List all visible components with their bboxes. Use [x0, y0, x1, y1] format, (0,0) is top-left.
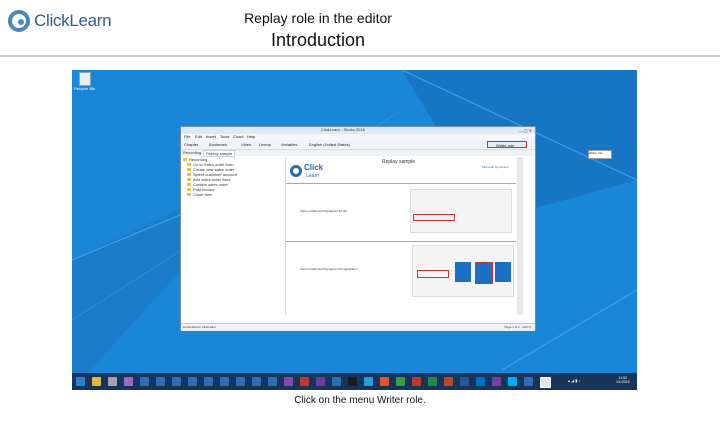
powerpoint-icon[interactable]: [444, 377, 453, 386]
writer-role-button[interactable]: Writer role: [487, 141, 527, 148]
window-controls[interactable]: — ▢ ✕: [519, 128, 532, 133]
writer-role-tooltip: Writer role: [588, 150, 612, 159]
app-icon[interactable]: [236, 377, 245, 386]
menu-edit[interactable]: Edit: [195, 134, 202, 139]
menu-file[interactable]: File: [184, 134, 190, 139]
taskbar-clock[interactable]: 11:52 1/1/2016: [616, 376, 630, 384]
tree-item[interactable]: Close form: [187, 192, 212, 197]
content-logo-sub: Learn: [306, 173, 319, 179]
window-title: ClickLearn - Studio 2016: [321, 127, 365, 132]
app-icon[interactable]: [124, 377, 133, 386]
recording-label: Recording: [183, 150, 202, 155]
browser-icon[interactable]: [380, 377, 389, 386]
app-icon[interactable]: [300, 377, 309, 386]
status-left: Connected to ClickLearn: [183, 325, 216, 329]
content-page-title: Replay sample: [382, 159, 416, 165]
toolbar-bookmark[interactable]: Bookmark: [209, 142, 227, 147]
slide-caption: Click on the menu Writer role.: [294, 395, 426, 406]
toolbar-video[interactable]: Video: [241, 142, 251, 147]
file-explorer-icon[interactable]: [92, 377, 101, 386]
app-tile: [495, 262, 511, 282]
step-2-text: Click on Microsoft Dynamics AX applicati…: [300, 267, 358, 271]
excel-icon[interactable]: [428, 377, 437, 386]
tab-row: Recording Replay sample: [181, 150, 535, 157]
clicklearn-taskbar-icon[interactable]: [540, 377, 551, 388]
app-icon[interactable]: [172, 377, 181, 386]
app-icon[interactable]: [412, 377, 421, 386]
step-1-screenshot: [410, 189, 512, 233]
browser-icon[interactable]: [364, 377, 373, 386]
app-icon[interactable]: [524, 377, 533, 386]
toolbar-lineup[interactable]: Lineup: [259, 142, 271, 147]
app-icon[interactable]: [252, 377, 261, 386]
content-scrollbar[interactable]: [517, 157, 523, 315]
status-right: Page 1 of 1 - 100 %: [504, 325, 531, 329]
step-2-highlight: [417, 270, 449, 278]
app-icon[interactable]: [284, 377, 293, 386]
recycle-bin-label: Recycle Bin: [74, 86, 96, 91]
app-icon[interactable]: [332, 377, 341, 386]
content-divider: [286, 183, 516, 184]
menu-help[interactable]: Help: [247, 134, 255, 139]
recycle-bin[interactable]: Recycle Bin: [74, 72, 96, 94]
onenote-icon[interactable]: [492, 377, 501, 386]
slide-subtitle: Introduction: [270, 30, 366, 50]
recycle-bin-icon: [79, 72, 91, 86]
taskbar: ▴ ◢ ▮ ♪ 11:52 1/1/2016: [72, 373, 637, 390]
ms-dynamics-badge: Microsoft Dynamics: [482, 165, 509, 169]
visual-studio-icon[interactable]: [316, 377, 325, 386]
app-tile-highlighted: [475, 262, 493, 284]
content-divider: [286, 241, 516, 242]
app-icon[interactable]: [140, 377, 149, 386]
tab-replay-sample[interactable]: Replay sample: [203, 150, 236, 157]
content-logo: Click Learn: [290, 163, 330, 181]
status-bar: Connected to ClickLearn Page 1 of 1 - 10…: [181, 323, 535, 331]
toolbar-language[interactable]: English (United States): [309, 142, 350, 147]
start-icon[interactable]: [76, 377, 85, 386]
slide-title: Replay role in the editor: [244, 10, 392, 26]
writer-role-label: Writer role: [496, 143, 515, 148]
menu-cloud[interactable]: Cloud: [233, 134, 243, 139]
step-1-text: Click on Microsoft Dynamics AX tile: [300, 209, 348, 213]
outlook-icon[interactable]: [476, 377, 485, 386]
replay-content-pane: Click Learn Replay sample Microsoft Dyna…: [285, 157, 516, 315]
windows-desktop-screenshot: Recycle Bin ClickLearn - Studio 2016 — ▢…: [72, 70, 637, 390]
content-logo-icon: [290, 165, 302, 177]
app-icon[interactable]: [108, 377, 117, 386]
recording-tree: Recording Go to Sales order form Create …: [183, 157, 283, 317]
terminal-icon[interactable]: [348, 377, 357, 386]
app-icon[interactable]: [156, 377, 165, 386]
app-icon[interactable]: [220, 377, 229, 386]
clicklearn-studio-window: ClickLearn - Studio 2016 — ▢ ✕ File Edit…: [180, 126, 536, 331]
step-1-highlight: [413, 214, 455, 221]
toolbar-chapter[interactable]: Chapter: [184, 142, 198, 147]
menu-tools[interactable]: Tools: [220, 134, 229, 139]
window-titlebar: ClickLearn - Studio 2016 — ▢ ✕: [181, 127, 535, 134]
word-icon[interactable]: [460, 377, 469, 386]
content-logo-text: Click: [304, 163, 324, 172]
toolbar: Chapter Bookmark Video Lineup Variables …: [181, 140, 535, 150]
toolbar-variables[interactable]: Variables: [281, 142, 297, 147]
menu-insert[interactable]: Insert: [206, 134, 216, 139]
header-divider: [0, 55, 720, 57]
step-2-screenshot: [412, 245, 514, 297]
app-icon[interactable]: [396, 377, 405, 386]
app-tile: [455, 262, 471, 282]
app-icon[interactable]: [204, 377, 213, 386]
system-tray[interactable]: ▴ ◢ ▮ ♪: [568, 378, 608, 385]
app-icon[interactable]: [188, 377, 197, 386]
app-icon[interactable]: [268, 377, 277, 386]
skype-icon[interactable]: [508, 377, 517, 386]
